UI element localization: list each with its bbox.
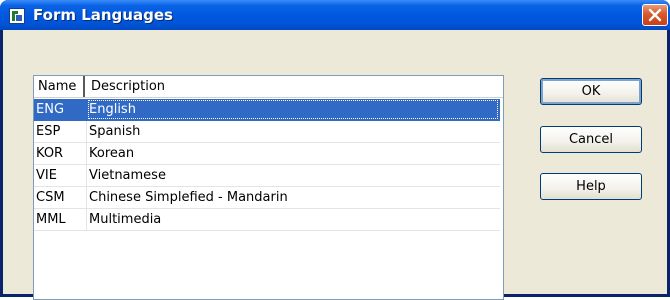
list-row[interactable]: KOR Korean: [34, 143, 500, 165]
column-header-name[interactable]: Name: [34, 76, 85, 97]
language-description: Chinese Simplefied - Mandarin: [89, 190, 288, 205]
language-description: English: [87, 99, 499, 120]
window-title: Form Languages: [33, 6, 173, 24]
language-description: Spanish: [89, 124, 141, 139]
language-description: Multimedia: [89, 212, 162, 227]
help-button[interactable]: Help: [540, 173, 642, 200]
list-row[interactable]: MML Multimedia: [34, 209, 500, 231]
form-app-icon: [9, 8, 25, 24]
list-header: Name Description: [34, 76, 503, 98]
language-code: ENG: [36, 99, 87, 120]
language-code: VIE: [36, 165, 87, 186]
title-bar[interactable]: Form Languages: [0, 0, 670, 30]
list-row[interactable]: ENG English: [34, 99, 500, 121]
column-header-description[interactable]: Description: [87, 76, 503, 97]
dialog-window: Form Languages Name Description ENG Engl…: [0, 0, 670, 300]
cancel-button[interactable]: Cancel: [540, 126, 642, 153]
language-code: CSM: [36, 187, 87, 208]
list-row[interactable]: CSM Chinese Simplefied - Mandarin: [34, 187, 500, 209]
close-icon[interactable]: [642, 4, 668, 26]
language-code: MML: [36, 209, 87, 230]
language-description: Vietnamese: [89, 168, 166, 183]
language-description: Korean: [89, 146, 135, 161]
languages-list[interactable]: Name Description ENG English ESP Spanish…: [33, 75, 504, 300]
ok-button[interactable]: OK: [540, 78, 642, 105]
list-row[interactable]: ESP Spanish: [34, 121, 500, 143]
dialog-client-area: Name Description ENG English ESP Spanish…: [3, 30, 667, 300]
language-code: KOR: [36, 143, 87, 164]
list-row[interactable]: VIE Vietnamese: [34, 165, 500, 187]
language-code: ESP: [36, 121, 87, 142]
